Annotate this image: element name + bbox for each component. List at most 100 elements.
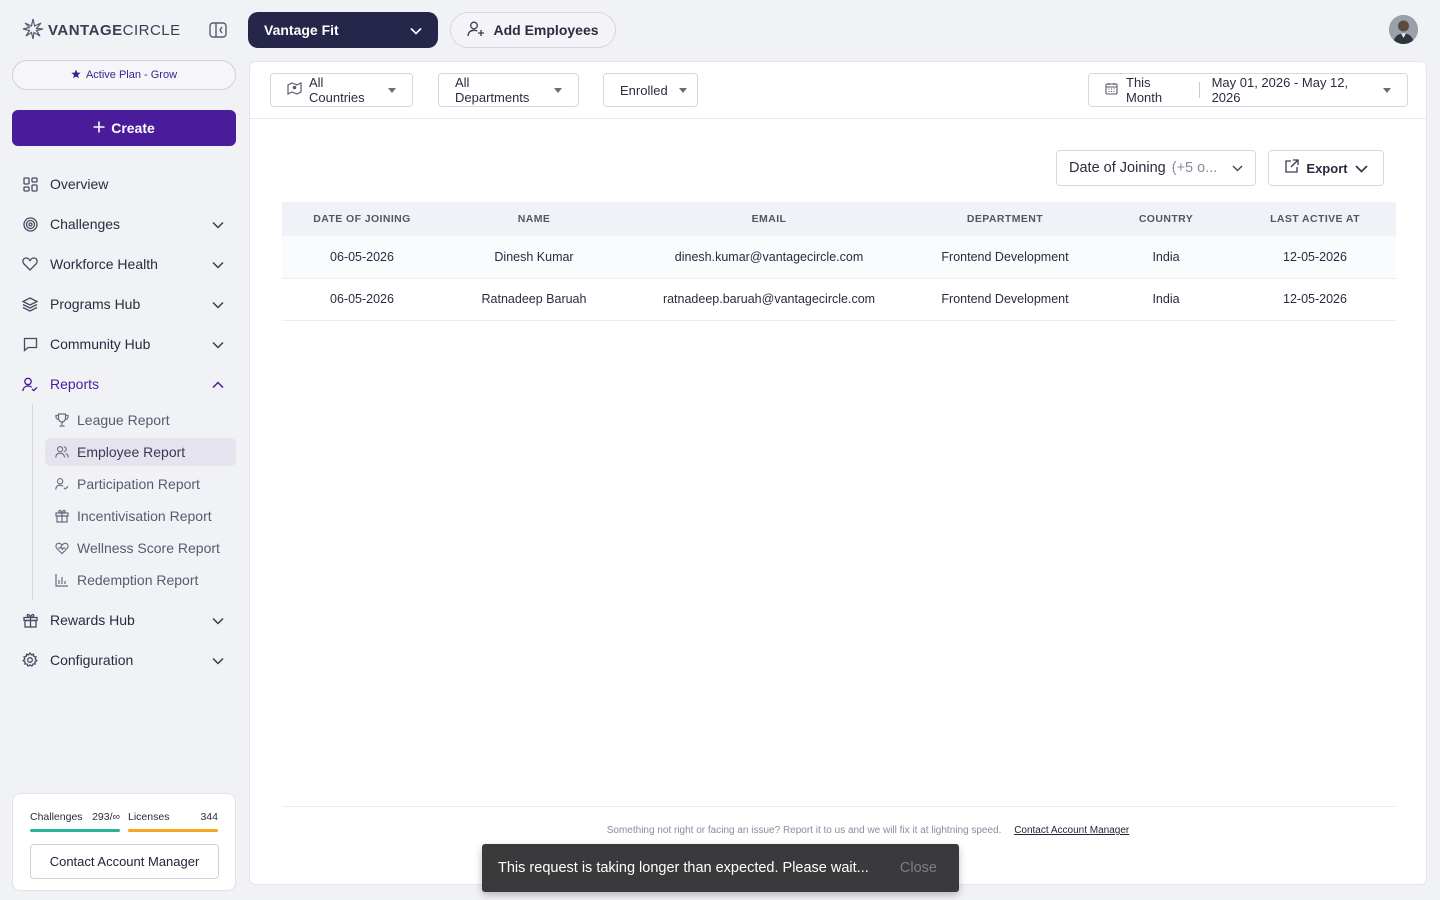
chevron-up-icon	[212, 376, 224, 392]
app-switcher-dropdown[interactable]: Vantage Fit	[248, 12, 438, 48]
date-range-label: May 01, 2026 - May 12, 2026	[1211, 75, 1349, 105]
column-header[interactable]: LAST ACTIVE AT	[1234, 202, 1396, 236]
divider	[1198, 82, 1200, 98]
sidebar-item-community-hub[interactable]: Community Hub	[12, 324, 236, 364]
licenses-usage: Licenses 344	[128, 811, 218, 832]
sidebar-sub-label: League Report	[77, 412, 170, 428]
sidebar-item-wellness-score-report[interactable]: Wellness Score Report	[45, 534, 236, 562]
sidebar-sub-label: Wellness Score Report	[77, 540, 220, 556]
column-header[interactable]: COUNTRY	[1098, 202, 1234, 236]
add-employees-button[interactable]: Add Employees	[450, 12, 616, 48]
licenses-usage-bar	[128, 829, 218, 832]
employee-report-table: DATE OF JOINING NAME EMAIL DEPARTMENT CO…	[282, 202, 1396, 321]
challenges-usage-bar	[30, 829, 120, 832]
heart-pulse-icon	[55, 541, 69, 555]
chevron-down-icon	[212, 612, 224, 628]
map-icon	[287, 82, 302, 98]
avatar[interactable]	[1389, 15, 1418, 44]
sidebar-item-label: Community Hub	[50, 336, 151, 352]
create-button[interactable]: Create	[12, 110, 236, 146]
footer-contact-link[interactable]: Contact Account Manager	[1014, 825, 1129, 836]
main-panel: All Countries All Departments Enrolled T…	[249, 61, 1427, 885]
column-select-dropdown[interactable]: Date of Joining (+5 o...	[1056, 150, 1256, 186]
enrollment-filter-label: Enrolled	[620, 82, 668, 98]
challenges-usage-value: 293/∞	[92, 811, 120, 823]
logo-star-icon	[22, 18, 44, 43]
reports-submenu: League Report Employee Report Participat…	[32, 404, 236, 600]
table-cell: Frontend Development	[912, 278, 1098, 321]
chat-icon	[22, 336, 38, 352]
contact-account-manager-button[interactable]: Contact Account Manager	[30, 844, 219, 879]
caret-down-icon	[388, 87, 396, 93]
sidebar-item-redemption-report[interactable]: Redemption Report	[45, 566, 236, 594]
table-row[interactable]: 06-05-2026 Dinesh Kumar dinesh.kumar@van…	[282, 236, 1396, 279]
date-range-filter[interactable]: This Month May 01, 2026 - May 12, 2026	[1088, 73, 1408, 107]
caret-down-icon	[1382, 87, 1391, 93]
sidebar-collapse-icon[interactable]	[207, 20, 229, 40]
footer-divider	[282, 806, 1396, 807]
logo-text: VANTAGECIRCLE	[48, 21, 181, 39]
heart-icon	[22, 256, 38, 272]
sidebar-item-rewards-hub[interactable]: Rewards Hub	[12, 600, 236, 640]
countries-filter[interactable]: All Countries	[270, 73, 413, 107]
enrollment-filter[interactable]: Enrolled	[603, 73, 698, 107]
column-header[interactable]: DEPARTMENT	[912, 202, 1098, 236]
export-label: Export	[1306, 160, 1348, 176]
sidebar-item-challenges[interactable]: Challenges	[12, 204, 236, 244]
gift-icon	[55, 509, 69, 523]
sidebar-sub-label: Incentivisation Report	[77, 508, 212, 524]
loading-toast: This request is taking longer than expec…	[482, 844, 959, 892]
sidebar-item-label: Workforce Health	[50, 256, 158, 272]
sidebar-item-label: Rewards Hub	[50, 612, 135, 628]
user-plus-icon	[467, 21, 485, 40]
sidebar-item-participation-report[interactable]: Participation Report	[45, 470, 236, 498]
chevron-down-icon	[212, 652, 224, 668]
sidebar-item-programs-hub[interactable]: Programs Hub	[12, 284, 236, 324]
column-header[interactable]: EMAIL	[626, 202, 912, 236]
table-cell: 12-05-2026	[1234, 236, 1396, 279]
sidebar-item-label: Challenges	[50, 216, 121, 232]
table-cell: Dinesh Kumar	[442, 236, 626, 279]
brand-logo[interactable]: VANTAGECIRCLE	[22, 18, 181, 42]
challenges-usage-label: Challenges	[30, 811, 83, 823]
footer-note: Something not right or facing an issue? …	[250, 825, 1426, 836]
sidebar-item-label: Overview	[50, 176, 109, 192]
filter-bar: All Countries All Departments Enrolled T…	[250, 62, 1426, 119]
challenges-usage: Challenges 293/∞	[30, 811, 120, 832]
licenses-usage-label: Licenses	[128, 811, 170, 823]
table-header-row: DATE OF JOINING NAME EMAIL DEPARTMENT CO…	[282, 202, 1396, 236]
trophy-icon	[55, 413, 69, 427]
target-icon	[22, 216, 38, 232]
user-check-icon	[55, 477, 69, 491]
column-header[interactable]: NAME	[442, 202, 626, 236]
sidebar-item-workforce-health[interactable]: Workforce Health	[12, 244, 236, 284]
footer-note-text: Something not right or facing an issue? …	[606, 825, 1002, 836]
sidebar-item-reports[interactable]: Reports	[12, 364, 236, 404]
chevron-down-icon	[212, 216, 224, 232]
sidebar-item-incentivisation-report[interactable]: Incentivisation Report	[45, 502, 236, 530]
toast-close-button[interactable]: Close	[900, 860, 937, 876]
sidebar-item-league-report[interactable]: League Report	[45, 406, 236, 434]
layers-icon	[22, 296, 38, 312]
export-button[interactable]: Export	[1268, 150, 1384, 186]
licenses-usage-value: 344	[200, 811, 218, 823]
column-header[interactable]: DATE OF JOINING	[282, 202, 442, 236]
add-employees-label: Add Employees	[493, 22, 599, 38]
bar-chart-icon	[55, 573, 69, 587]
usage-card: Challenges 293/∞ Licenses 344 Contact Acco…	[12, 793, 236, 891]
table-row[interactable]: 06-05-2026 Ratnadeep Baruah ratnadeep.ba…	[282, 278, 1396, 321]
sidebar-item-label: Programs Hub	[50, 296, 141, 312]
sidebar-item-label: Reports	[50, 376, 100, 392]
sidebar-sub-label: Redemption Report	[77, 572, 199, 588]
chevron-down-icon	[1232, 160, 1243, 176]
sidebar-item-overview[interactable]: Overview	[12, 164, 236, 204]
chevron-down-icon	[212, 256, 224, 272]
sidebar-item-configuration[interactable]: Configuration	[12, 640, 236, 680]
departments-filter[interactable]: All Departments	[438, 73, 579, 107]
table-cell: 06-05-2026	[282, 278, 442, 321]
sidebar-item-employee-report[interactable]: Employee Report	[45, 438, 236, 466]
table-cell: 12-05-2026	[1234, 278, 1396, 321]
chevron-down-icon	[1354, 161, 1368, 176]
user-check-icon	[22, 376, 38, 392]
active-plan-badge[interactable]: Active Plan - Grow	[12, 60, 236, 90]
